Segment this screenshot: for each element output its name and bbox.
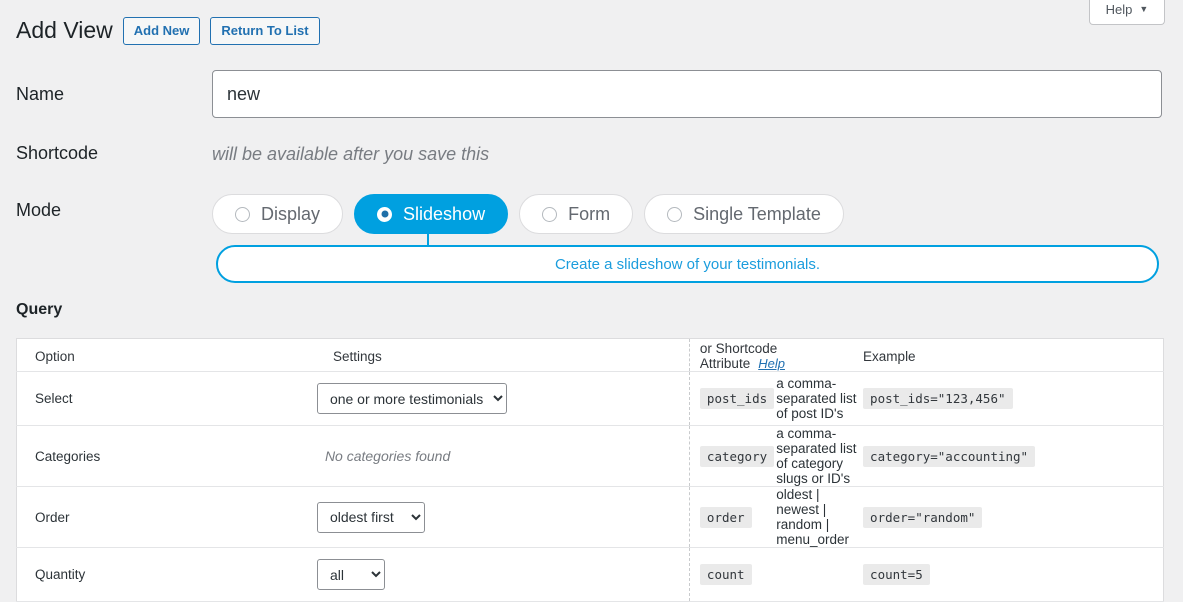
attribute-code-chip: post_ids (700, 388, 774, 409)
row-option-label: Categories (17, 426, 317, 487)
radio-icon (667, 207, 682, 222)
shortcode-field-row: Shortcode will be available after you sa… (16, 143, 489, 165)
mode-option-label: Form (568, 204, 610, 225)
page-header: Add View Add New Return To List (16, 16, 320, 46)
row-option-label: Order (17, 487, 317, 548)
no-categories-note: No categories found (317, 448, 450, 464)
column-header-option: Option (17, 339, 317, 372)
add-new-button[interactable]: Add New (123, 17, 201, 45)
help-tab-button[interactable]: Help ▼ (1089, 0, 1165, 25)
attribute-code-chip: count (700, 564, 752, 585)
name-field-row: Name (16, 70, 1162, 118)
table-row: Select one or more testimonials post_ids… (17, 372, 1164, 426)
row-attribute: count (689, 548, 776, 602)
column-header-settings-label: Settings (325, 349, 382, 364)
attribute-code-chip: category (700, 446, 774, 467)
mode-field-row: Mode Display Slideshow Form Single Templ… (16, 194, 844, 234)
table-row: Quantity all count count=5 (17, 548, 1164, 602)
row-option-label: Select (17, 372, 317, 426)
row-setting-control: No categories found (317, 426, 689, 487)
page-title: Add View (16, 16, 113, 46)
example-code-chip: count=5 (863, 564, 930, 585)
name-label: Name (16, 70, 212, 105)
attribute-code-chip: order (700, 507, 752, 528)
row-description: a comma-separated list of post ID's (776, 372, 863, 426)
row-attribute: order (689, 487, 776, 548)
row-description (776, 548, 863, 602)
mode-option-label: Display (261, 204, 320, 225)
shortcode-note: will be available after you save this (212, 143, 489, 165)
return-to-list-button[interactable]: Return To List (210, 17, 319, 45)
query-section-title: Query (16, 301, 62, 319)
name-input[interactable] (212, 70, 1162, 118)
radio-icon (235, 207, 250, 222)
radio-selected-icon (377, 207, 392, 222)
row-description: a comma-separated list of category slugs… (776, 426, 863, 487)
column-header-example: Example (863, 339, 1163, 372)
table-header-row: Option Settings or Shortcode AttributeHe… (17, 339, 1164, 372)
row-example: post_ids="123,456" (863, 372, 1163, 426)
mode-callout-text: Create a slideshow of your testimonials. (555, 256, 820, 273)
table-row: Categories No categories found category … (17, 426, 1164, 487)
mode-option-slideshow[interactable]: Slideshow (354, 194, 508, 234)
query-table: Option Settings or Shortcode AttributeHe… (16, 338, 1164, 602)
row-example: category="accounting" (863, 426, 1163, 487)
row-option-label: Quantity (17, 548, 317, 602)
example-code-chip: order="random" (863, 507, 982, 528)
row-setting-control: all (317, 548, 689, 602)
row-setting-control: oldest first (317, 487, 689, 548)
select-testimonials-dropdown[interactable]: one or more testimonials (317, 383, 507, 414)
select-order-dropdown[interactable]: oldest first (317, 502, 425, 533)
mode-options: Display Slideshow Form Single Template (212, 194, 844, 234)
row-description: oldest | newest | random | menu_order (776, 487, 863, 548)
chevron-down-icon: ▼ (1139, 5, 1148, 14)
attribute-help-link[interactable]: Help (758, 356, 785, 371)
radio-icon (542, 207, 557, 222)
select-quantity-dropdown[interactable]: all (317, 559, 385, 590)
mode-callout: Create a slideshow of your testimonials. (216, 245, 1159, 283)
help-tab-label: Help (1106, 2, 1133, 17)
row-attribute: post_ids (689, 372, 776, 426)
example-code-chip: category="accounting" (863, 446, 1035, 467)
mode-option-display[interactable]: Display (212, 194, 343, 234)
column-header-attribute: or Shortcode AttributeHelp (689, 339, 863, 372)
row-attribute: category (689, 426, 776, 487)
example-code-chip: post_ids="123,456" (863, 388, 1012, 409)
column-header-settings: Settings (317, 339, 689, 372)
mode-option-label: Single Template (693, 204, 821, 225)
mode-label: Mode (16, 194, 212, 221)
mode-option-single-template[interactable]: Single Template (644, 194, 844, 234)
mode-option-label: Slideshow (403, 204, 485, 225)
row-setting-control: one or more testimonials (317, 372, 689, 426)
row-example: count=5 (863, 548, 1163, 602)
shortcode-label: Shortcode (16, 143, 212, 164)
table-row: Order oldest first order oldest | newest… (17, 487, 1164, 548)
row-example: order="random" (863, 487, 1163, 548)
mode-option-form[interactable]: Form (519, 194, 633, 234)
